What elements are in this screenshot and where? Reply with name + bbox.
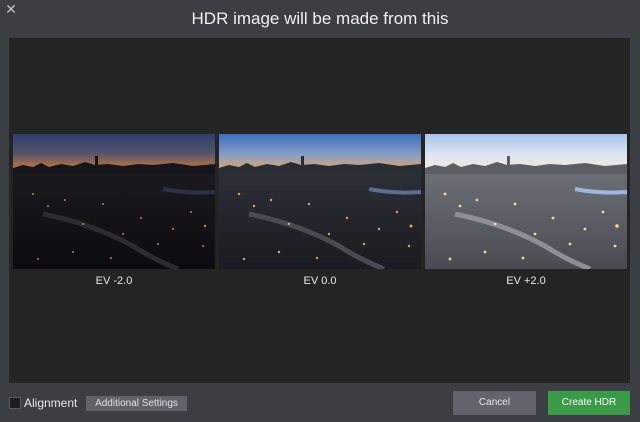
dialog-title: HDR image will be made from this xyxy=(191,9,449,28)
bracket-image-under xyxy=(13,134,215,269)
bracket-image-over xyxy=(425,134,627,269)
create-hdr-button[interactable]: Create HDR xyxy=(548,391,630,415)
image-preview-panel: EV -2.0 EV 0.0 EV +2.0 xyxy=(9,38,630,383)
alignment-label: Alignment xyxy=(24,396,78,410)
image-label-normal: EV 0.0 xyxy=(303,275,337,287)
image-label-over: EV +2.0 xyxy=(506,275,546,287)
additional-settings-button[interactable]: Additional Settings xyxy=(86,396,187,411)
dialog-footer: Alignment Additional Settings Cancel Cre… xyxy=(0,388,640,422)
alignment-checkbox[interactable] xyxy=(9,397,21,409)
cancel-button[interactable]: Cancel xyxy=(453,391,536,415)
image-label-under: EV -2.0 xyxy=(95,275,133,287)
bracket-image-normal xyxy=(219,134,421,269)
